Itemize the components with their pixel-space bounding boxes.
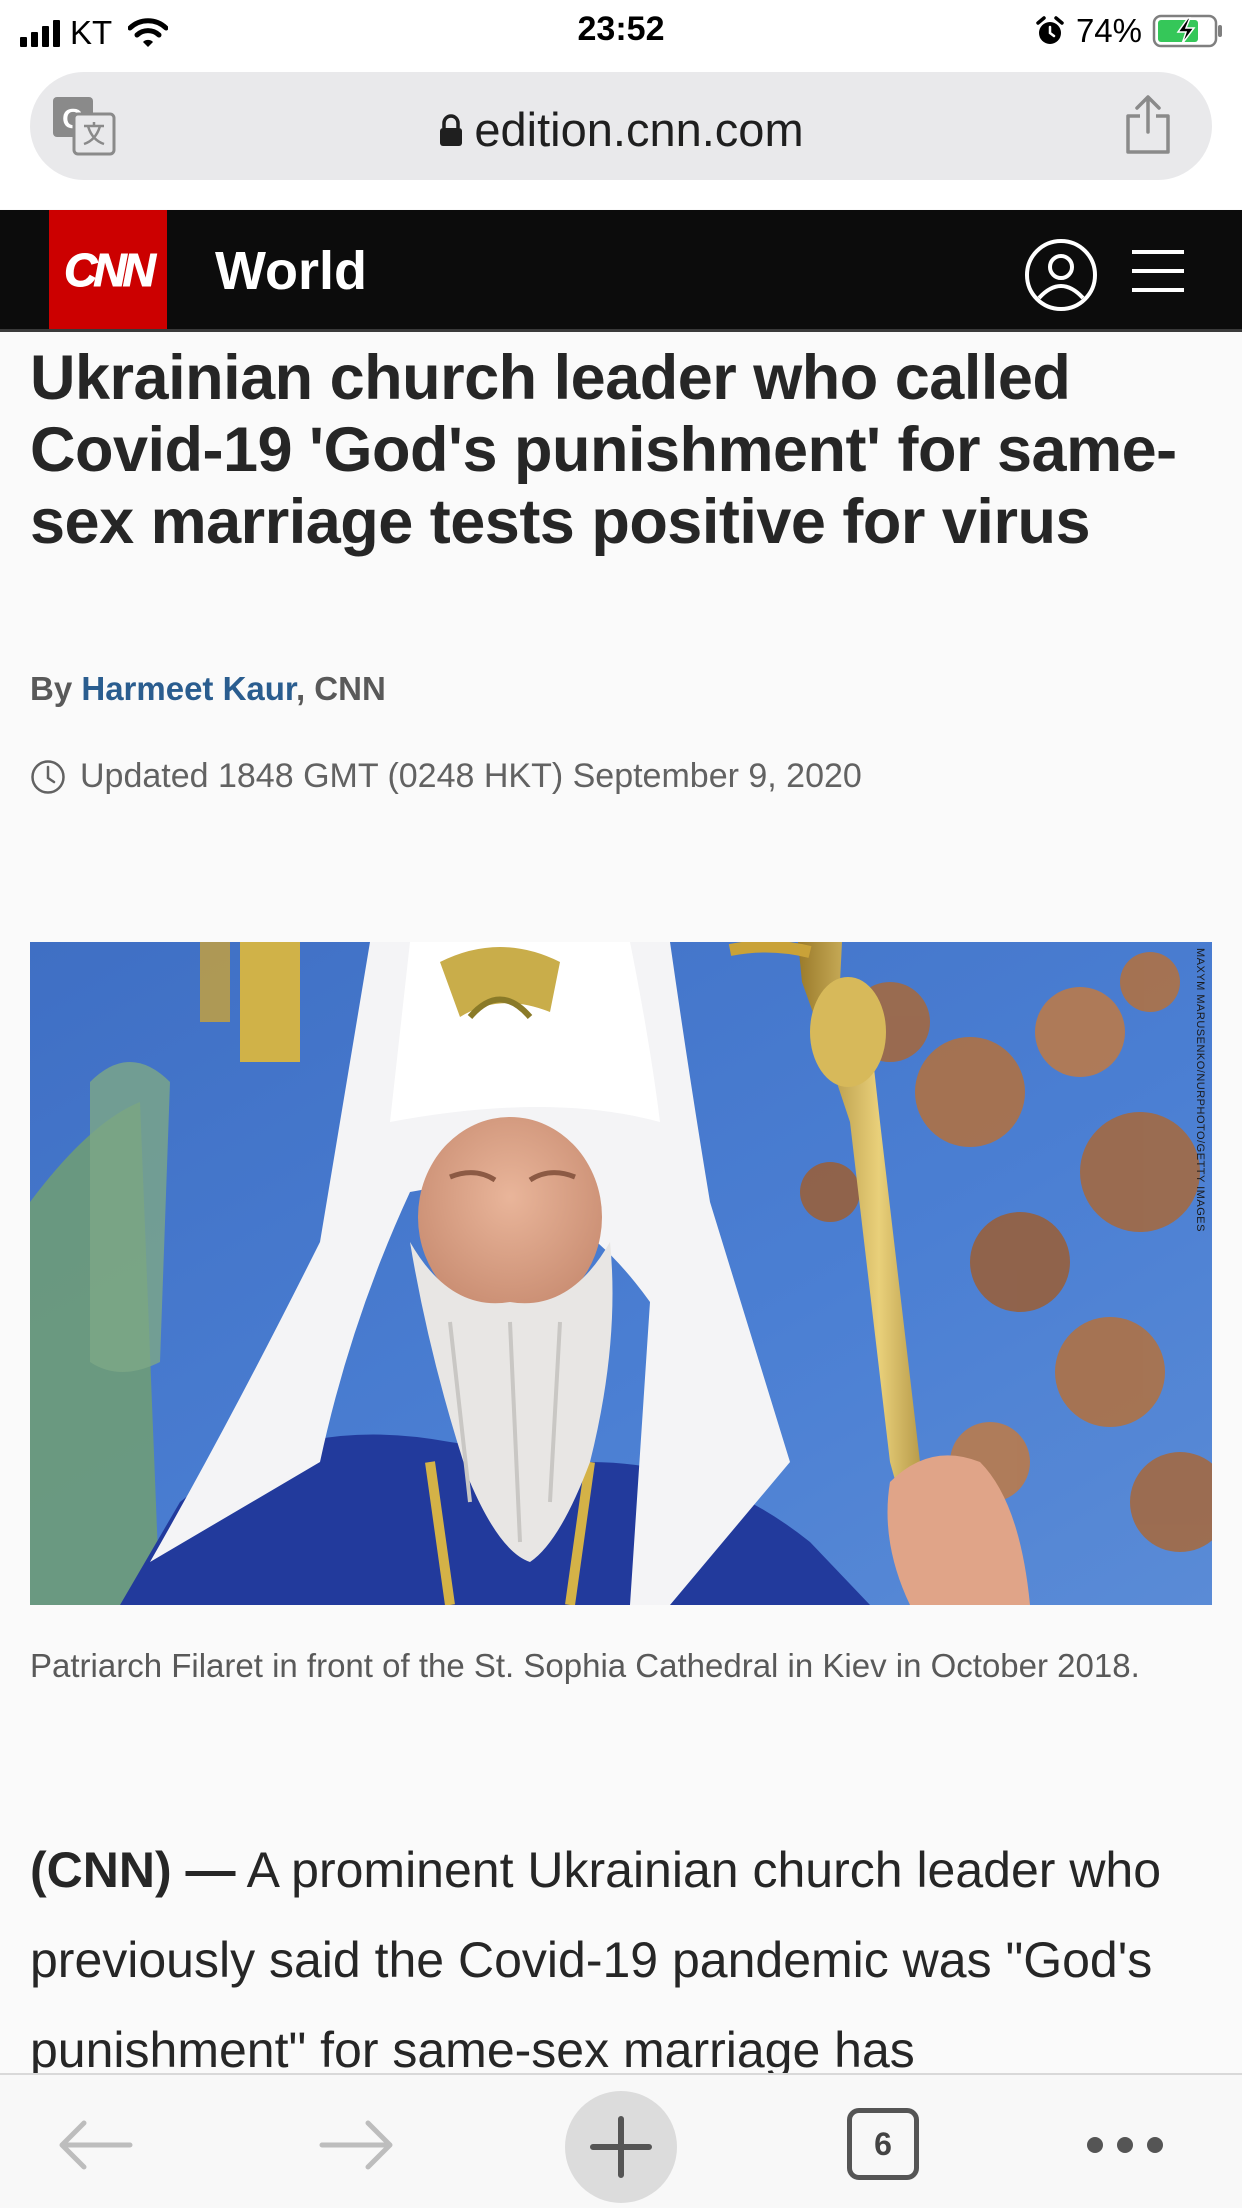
new-tab-plus-icon [590,2116,652,2178]
battery-charging-icon [1152,14,1222,48]
browser-address-area: G edition.cnn.com [0,62,1242,209]
more-dots-icon[interactable] [1085,2133,1165,2157]
author-link[interactable]: Harmeet Kaur [81,670,296,707]
url-text: edition.cnn.com [474,103,804,156]
photo-caption: Patriarch Filaret in front of the St. So… [30,1647,1140,1684]
browser-toolbar: 6 [0,2073,1242,2208]
byline: By Harmeet Kaur, CNN [30,670,386,708]
new-tab-button[interactable] [565,2091,677,2203]
clock-icon [31,759,65,794]
cnn-logo-text: CNN [64,243,157,296]
article-headline: Ukrainian church leader who called Covid… [30,343,1177,557]
updated-text: Updated 1848 GMT (0248 HKT) September 9,… [80,757,862,795]
lock-icon [440,114,463,146]
back-arrow-icon[interactable] [56,2117,134,2173]
byline-suffix: , CNN [295,670,386,707]
updated-timestamp: Updated 1848 GMT (0248 HKT) September 9,… [30,757,862,796]
battery-percent: 74% [1075,12,1142,49]
article-photo[interactable]: MAXYM MARUSENKO/NURPHOTO/GETTY IMAGES [30,942,1212,1605]
section-title[interactable]: World [215,240,367,302]
status-bar: KT 23:52 74% [0,0,1242,62]
status-right: 74% [1034,12,1224,50]
menu-icon[interactable] [1132,246,1184,296]
forward-arrow-icon[interactable] [318,2117,396,2173]
address-bar[interactable]: G edition.cnn.com [30,72,1212,180]
cnn-logo[interactable]: CNN [49,210,167,329]
photo-credit-text: MAXYM MARUSENKO/NURPHOTO/GETTY IMAGES [1194,948,1206,1232]
url-display[interactable]: edition.cnn.com [30,102,1212,157]
share-icon[interactable] [1124,94,1172,156]
tab-count: 6 [874,2125,892,2162]
profile-icon[interactable] [1024,238,1098,312]
article-dateline: (CNN) — [30,1842,236,1898]
site-header: CNN World [0,210,1242,332]
patriarch-photo [30,942,1212,1605]
byline-prefix: By [30,670,82,707]
article-body: (CNN) — A prominent Ukrainian church lea… [30,1825,1220,2095]
tabs-icon[interactable]: 6 [847,2108,919,2180]
alarm-icon [1036,16,1064,44]
